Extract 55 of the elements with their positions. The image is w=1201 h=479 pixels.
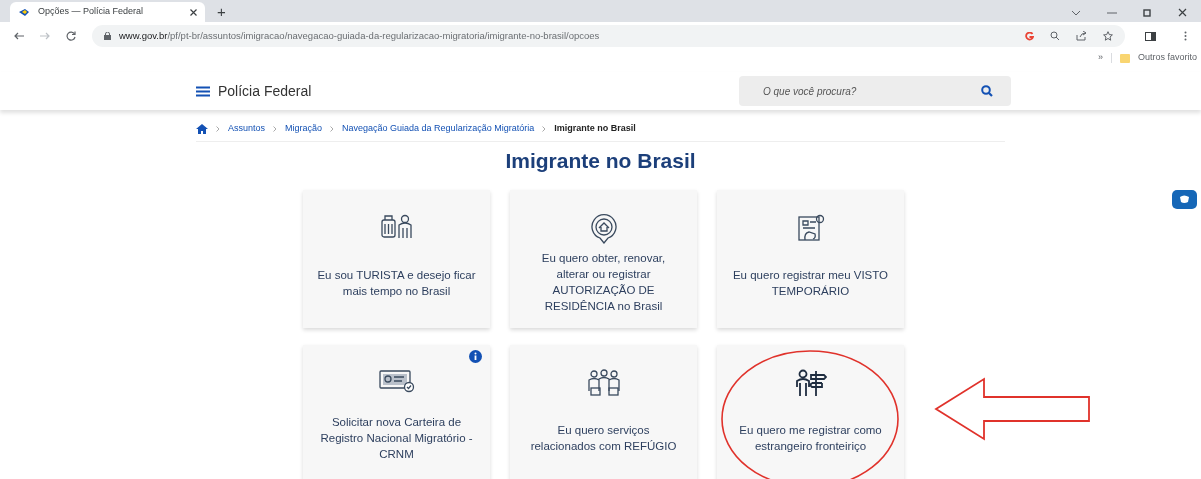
close-icon[interactable]	[190, 8, 197, 16]
folder-icon	[1119, 53, 1130, 63]
close-icon[interactable]	[1178, 8, 1187, 17]
menu-icon[interactable]	[196, 85, 210, 97]
breadcrumb-current: Imigrante no Brasil	[554, 122, 636, 135]
option-card[interactable]: Eu quero obter, renovar, alterar ou registrar AUTORIZAÇÃO DE RESIDÊNCIA no Brasil	[510, 189, 697, 328]
chevron-right-icon	[216, 125, 220, 132]
card-text: Eu quero me registrar como estrangeiro fronteiriço	[738, 422, 883, 454]
info-icon[interactable]	[469, 349, 482, 363]
maximize-icon[interactable]	[1143, 8, 1152, 17]
option-card[interactable]: Eu quero me registrar como estrangeiro fronteiriço	[717, 344, 904, 479]
reload-icon[interactable]	[66, 31, 76, 41]
chevron-down-icon[interactable]	[1071, 9, 1081, 16]
breadcrumb-link[interactable]: Migração	[285, 122, 323, 136]
family-icon	[586, 368, 621, 397]
card-text: Eu quero registrar meu VISTO TEMPORÁRIO	[731, 267, 890, 299]
share-icon[interactable]	[1076, 31, 1087, 41]
menu-icon[interactable]	[1184, 31, 1187, 41]
breadcrumb-link[interactable]: Navegação Guiada da Regularização Migratória	[342, 122, 535, 136]
more-bookmarks[interactable]: »	[1097, 51, 1103, 65]
address-bar[interactable]: www.gov.br/pf/pt-br/assuntos/imigracao/navegacao-guiada-da-regularizacao-migratoria/imigrante-no-brasil/opcoes	[92, 25, 1125, 47]
chevron-right-icon	[273, 125, 278, 132]
card-text: Eu quero serviços relacionados com REFÚGIO	[529, 422, 678, 454]
option-card[interactable]: Eu quero registrar meu VISTO TEMPORÁRIO	[717, 189, 904, 328]
url-text: www.gov.br/pf/pt-br/assuntos/imigracao/navegacao-guiada-da-regularizacao-migratoria/imigrante-no-brasil/opcoes	[119, 28, 601, 43]
option-card[interactable]: Solicitar nova Carteira de Registro Nacional Migratório - CRNM	[303, 344, 490, 479]
lock-icon	[104, 32, 111, 40]
bookmark-folder[interactable]: Outros favorito	[1137, 51, 1197, 65]
google-icon[interactable]	[1025, 31, 1034, 41]
back-icon[interactable]	[14, 32, 24, 40]
document-hand-icon	[795, 213, 826, 242]
browser-tab[interactable]: Opções — Polícia Federal	[10, 2, 205, 22]
search-field[interactable]: O que você procura?	[739, 76, 1011, 106]
location-pin-icon	[588, 213, 619, 244]
search-icon[interactable]	[981, 85, 993, 97]
id-card-icon	[378, 368, 415, 393]
option-card[interactable]: Eu sou TURISTA e desejo ficar mais tempo no Brasil	[303, 189, 490, 328]
zoom-icon[interactable]	[1050, 31, 1060, 41]
accessibility-button[interactable]	[1172, 190, 1197, 209]
home-icon[interactable]	[196, 123, 208, 134]
person-signpost-icon	[794, 368, 827, 397]
luggage-person-icon	[379, 213, 414, 240]
card-text: Eu sou TURISTA e desejo ficar mais tempo no Brasil	[317, 267, 476, 299]
star-icon[interactable]	[1103, 31, 1113, 41]
side-panel-icon[interactable]	[1145, 31, 1156, 41]
chevron-right-icon	[542, 125, 547, 132]
card-text: Solicitar nova Carteira de Registro Nacional Migratório - CRNM	[319, 414, 474, 462]
site-name[interactable]: Polícia Federal	[218, 80, 312, 102]
site-icon	[18, 7, 30, 17]
breadcrumb-link[interactable]: Assuntos	[228, 122, 266, 136]
page-title: Imigrante no Brasil	[504, 147, 697, 174]
card-text: Eu quero obter, renovar, alterar ou registrar AUTORIZAÇÃO DE RESIDÊNCIA no Brasil	[540, 250, 667, 314]
option-card[interactable]: Eu quero serviços relacionados com REFÚGIO	[510, 344, 697, 479]
new-tab-button[interactable]: +	[217, 4, 226, 19]
chevron-right-icon	[330, 125, 335, 132]
